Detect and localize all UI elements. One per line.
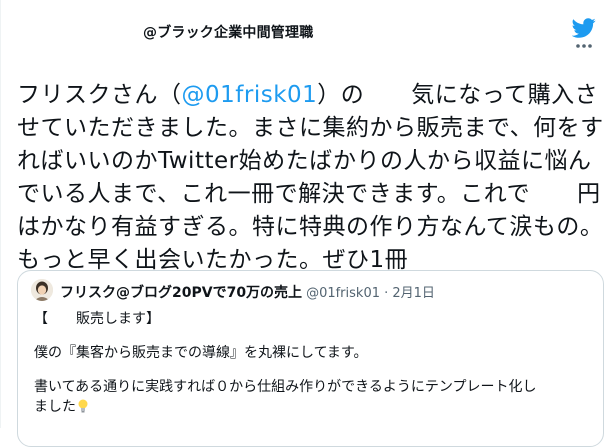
light-bulb-icon [78,399,88,413]
tweet-text: フリスクさん（@01frisk01）の 気になって購入させていただきました。まさ… [17,79,607,277]
tweet-card: @ブラック企業中間管理職 フリスクさん（@01frisk01）の 気になって購入… [0,0,616,447]
mention-link[interactable]: @01frisk01 [182,82,318,108]
avatar-image [31,279,53,301]
tweet-text-part: ）の 気になって購入させていただきました。まさに集約から販売まで、何をすればいい… [17,82,604,273]
quote-header: フリスク@ブログ20PVで70万の売上 @01frisk01 · 2月1日 [60,282,435,302]
quote-line: 僕の『集客から販売までの導線』を丸裸にしてます。 [34,345,368,361]
quote-line: 【 販売します】 [34,311,160,327]
author-name[interactable]: @ブラック企業中間管理職 [143,22,313,42]
tweet-text-part: フリスクさん（ [17,82,182,108]
quote-body: 【 販売します】 僕の『集客から販売までの導線』を丸裸にしてます。 書いてある通… [34,309,589,417]
quote-line: 書いてある通りに実践すれば０から仕組み作りができるようにテンプレート化し [34,379,537,395]
quote-line-text: ました [34,399,76,415]
quote-line-last: ました [34,397,589,417]
quoted-tweet[interactable]: フリスク@ブログ20PVで70万の売上 @01frisk01 · 2月1日 【 販… [17,270,604,447]
quote-handle-date[interactable]: @01frisk01 · 2月1日 [306,286,435,301]
more-options-icon[interactable] [569,40,599,52]
twitter-bird-icon[interactable] [572,16,596,40]
quote-author-name[interactable]: フリスク@ブログ20PVで70万の売上 [60,285,302,301]
avatar[interactable] [31,279,53,301]
